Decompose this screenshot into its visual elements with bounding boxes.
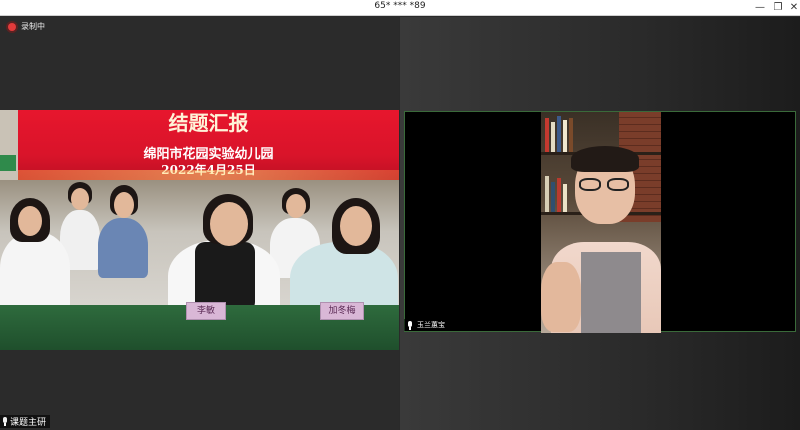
speaker-hair <box>571 146 639 172</box>
speaker-name: 玉兰蕙宝 <box>417 321 445 329</box>
book <box>545 118 549 152</box>
book <box>557 116 561 152</box>
person-head <box>286 194 306 218</box>
book <box>551 122 555 152</box>
book <box>569 118 573 152</box>
green-sign <box>0 155 16 171</box>
recording-label: 录制中 <box>21 22 45 31</box>
book <box>563 120 567 152</box>
speaker-video[interactable] <box>404 111 796 333</box>
speaker-hand <box>541 262 581 332</box>
speaker-shirt <box>581 252 641 333</box>
maximize-button[interactable]: ❐ <box>770 1 786 14</box>
minimize-button[interactable]: — <box>752 1 768 14</box>
book <box>557 178 561 212</box>
window-title: 65* *** *89 <box>374 1 426 11</box>
glasses <box>579 178 631 192</box>
speaker-name-tag: 玉兰蕙宝 <box>404 319 450 331</box>
side-wall <box>0 110 18 185</box>
book <box>551 182 555 212</box>
conference-table: 李敏 加冬梅 <box>0 302 399 350</box>
banner-title: 结题汇报 <box>168 111 249 135</box>
person-head <box>210 202 248 246</box>
title-bar: 65* *** *89 — ❐ ✕ <box>0 0 800 16</box>
person <box>0 232 70 312</box>
record-icon <box>8 22 16 31</box>
person-head <box>340 206 372 246</box>
name-placard: 李敏 <box>186 302 226 320</box>
close-button[interactable]: ✕ <box>786 1 800 14</box>
recording-indicator: 录制中 <box>8 21 45 32</box>
participant-name: 课题主研 <box>10 418 47 428</box>
audience <box>0 180 399 322</box>
left-video-pane[interactable]: 录制中 结题汇报 绵阳市花园实验幼儿园 2022年4月25日 <box>0 17 399 430</box>
book <box>563 184 567 212</box>
conference-room-video: 结题汇报 绵阳市花园实验幼儿园 2022年4月25日 <box>0 110 399 350</box>
microphone-icon <box>407 320 413 330</box>
person-head <box>18 206 42 236</box>
participant-name-tag: 课题主研 <box>0 415 51 428</box>
banner-subtitle: 绵阳市花园实验幼儿园 <box>143 147 274 162</box>
book <box>545 176 549 212</box>
speaker-feed <box>541 112 661 333</box>
name-placard: 加冬梅 <box>320 302 364 320</box>
person <box>98 218 148 278</box>
person-head <box>114 192 134 218</box>
person-head <box>71 188 89 210</box>
microphone-icon <box>2 417 8 426</box>
